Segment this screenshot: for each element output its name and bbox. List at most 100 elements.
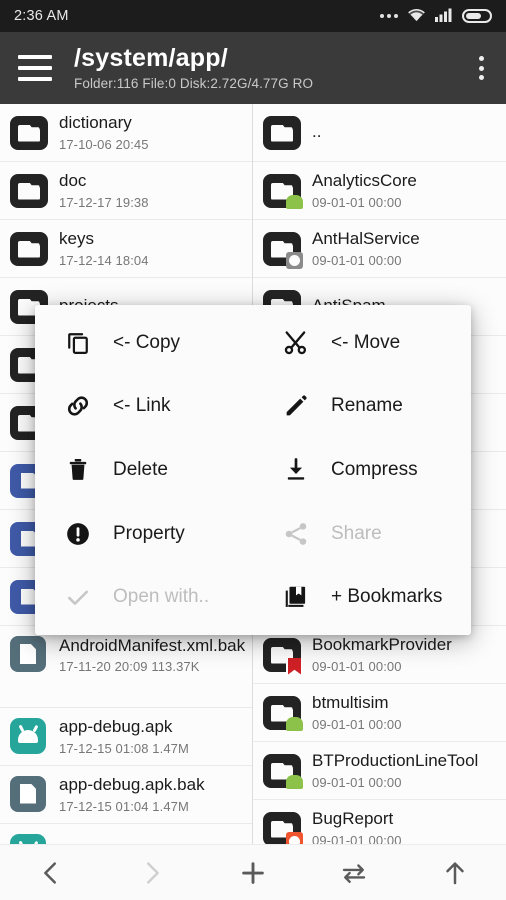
hamburger-menu-icon[interactable] <box>18 55 52 81</box>
menu-item-label: + Bookmarks <box>331 586 443 608</box>
kebab-menu-icon[interactable] <box>470 53 492 83</box>
menu-item-label: Rename <box>331 395 403 417</box>
folder-icon <box>263 810 303 844</box>
android-badge-icon <box>286 194 303 211</box>
app-bar: /system/app/ Folder:116 File:0 Disk:2.72… <box>0 32 506 104</box>
folder-icon <box>263 230 303 269</box>
menu-item-delete[interactable]: Delete <box>35 438 253 502</box>
folder-icon <box>10 114 48 152</box>
table-row[interactable]: .. <box>253 104 506 162</box>
path-header: /system/app/ Folder:116 File:0 Disk:2.72… <box>74 43 470 92</box>
file-name: AndroidManifest.xml.bak <box>59 636 246 655</box>
file-manager-screen: 2:36 AM /system/app/ Folder:116 File:0 D… <box>0 0 506 900</box>
file-meta: 09-01-01 00:00 <box>312 716 402 732</box>
file-meta: 17-12-15 01:08 1.47M <box>59 740 189 756</box>
status-clock: 2:36 AM <box>14 8 69 24</box>
android-badge-icon <box>286 774 303 791</box>
file-context-menu[interactable]: <- Copy <- Move <- Link Rename Delete Compres… <box>35 305 471 635</box>
add-button[interactable] <box>221 851 285 895</box>
scissors-icon <box>281 328 311 358</box>
table-row[interactable]: AnalyticsCore 09-01-01 00:00 <box>253 162 506 220</box>
menu-item-share: Share <box>253 502 471 566</box>
menu-item-bookmarks[interactable]: + Bookmarks <box>253 565 471 629</box>
swap-button[interactable] <box>322 851 386 895</box>
file-name: AnalyticsCore <box>312 171 417 191</box>
menu-item-label: <- Move <box>331 331 401 353</box>
back-button[interactable] <box>19 851 83 895</box>
pencil-icon <box>281 391 311 421</box>
menu-item-compress[interactable]: Compress <box>253 438 471 502</box>
table-row[interactable]: app-debug.apk.bak 17-12-15 01:04 1.47M <box>0 766 252 824</box>
document-file-icon <box>10 775 48 814</box>
chevron-left-icon <box>36 858 66 888</box>
bookmark-badge-icon <box>286 657 303 675</box>
table-row[interactable]: dictionary 17-10-06 20:45 <box>0 104 252 162</box>
file-name: BookmarkProvider <box>312 635 452 655</box>
file-name: doc <box>59 171 87 191</box>
page-title: /system/app/ <box>74 43 228 72</box>
menu-item-label: <- Link <box>113 395 171 417</box>
table-row[interactable]: BugReport 09-01-01 00:00 <box>253 800 506 844</box>
file-name: BTProductionLineTool <box>312 751 479 771</box>
file-name: AntHalService <box>312 229 420 249</box>
android-badge-icon <box>286 716 303 733</box>
folder-icon <box>263 752 303 791</box>
table-row[interactable]: BTProductionLineTool 09-01-01 00:00 <box>253 742 506 800</box>
file-name: .. <box>312 122 322 142</box>
file-meta: 09-01-01 00:00 <box>312 252 402 268</box>
document-file-icon <box>10 636 48 674</box>
file-name: BugReport <box>312 809 394 829</box>
link-icon <box>63 391 93 421</box>
file-name: keys <box>59 229 94 249</box>
file-name: btmultisim <box>312 693 389 713</box>
menu-item-link[interactable]: <- Link <box>35 375 253 439</box>
chevron-right-icon <box>137 858 167 888</box>
path-stats: Folder:116 File:0 Disk:2.72G/4.77G RO <box>74 76 314 92</box>
check-icon <box>63 582 93 612</box>
menu-item-rename[interactable]: Rename <box>253 375 471 439</box>
info-icon <box>63 519 93 549</box>
menu-item-label: Compress <box>331 458 418 480</box>
swap-arrows-icon <box>339 858 369 888</box>
folder-icon <box>263 636 303 675</box>
table-row[interactable]: app-debug.apk 17-12-15 01:08 1.47M <box>0 708 252 766</box>
file-name: app-debug.apk.bak <box>59 775 205 795</box>
file-meta: 17-12-14 18:04 <box>59 252 149 268</box>
status-bar: 2:36 AM <box>0 0 506 32</box>
bottom-navigation-bar <box>0 844 506 900</box>
folder-icon <box>263 694 303 733</box>
menu-item-label: <- Copy <box>113 331 181 353</box>
copy-icon <box>63 328 93 358</box>
file-meta: 17-12-15 01:04 1.47M <box>59 798 189 814</box>
arrow-up-icon <box>440 858 470 888</box>
file-meta: 17-11-20 20:09 113.37K <box>59 659 200 675</box>
menu-item-open-with: Open with.. <box>35 565 253 629</box>
menu-item-property[interactable]: Property <box>35 502 253 566</box>
menu-item-move[interactable]: <- Move <box>253 311 471 375</box>
settings-badge-icon <box>286 251 303 269</box>
file-meta: 17-10-06 20:45 <box>59 136 149 152</box>
menu-item-label: Delete <box>113 458 168 480</box>
table-row[interactable]: doc 17-12-17 19:38 <box>0 162 252 220</box>
folder-icon <box>10 172 48 210</box>
file-meta: 17-12-17 19:38 <box>59 194 149 210</box>
status-icons <box>380 8 492 25</box>
menu-item-copy[interactable]: <- Copy <box>35 311 253 375</box>
up-button[interactable] <box>423 851 487 895</box>
file-name: app-debug.apk <box>59 717 173 737</box>
forward-button <box>120 851 184 895</box>
bookmarks-icon <box>281 582 311 612</box>
file-meta: 09-01-01 00:00 <box>312 832 402 844</box>
table-row[interactable]: keys 17-12-14 18:04 <box>0 220 252 278</box>
table-row[interactable]: AndroidManifest.xml.bak 17-11-20 20:09 11… <box>0 626 252 708</box>
plus-icon <box>238 858 268 888</box>
signal-icon <box>435 8 453 25</box>
apk-file-icon <box>10 717 48 756</box>
table-row[interactable]: app-debug_kill.apk <box>0 824 252 844</box>
bug-badge-icon <box>286 831 303 844</box>
battery-icon <box>462 9 492 23</box>
table-row[interactable]: AntHalService 09-01-01 00:00 <box>253 220 506 278</box>
file-meta: 09-01-01 00:00 <box>312 194 402 210</box>
file-meta: 09-01-01 00:00 <box>312 774 402 790</box>
table-row[interactable]: btmultisim 09-01-01 00:00 <box>253 684 506 742</box>
